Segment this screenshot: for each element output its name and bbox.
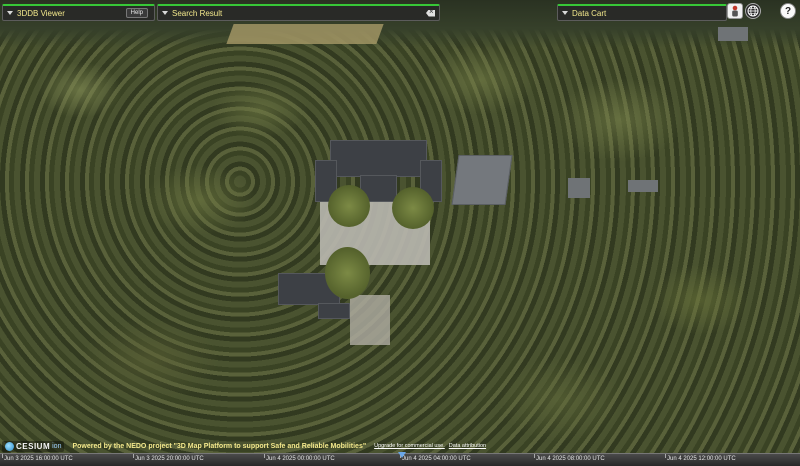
timeline-label: Jun 4 2025 08:00:00 UTC <box>536 456 605 462</box>
courtyard-tree-right <box>392 187 434 229</box>
help-icon[interactable]: ? <box>780 3 796 19</box>
clear-icon[interactable] <box>426 9 435 17</box>
help-button[interactable]: Help <box>125 8 148 18</box>
temple-roof-small <box>318 303 350 319</box>
scene-field <box>226 24 384 44</box>
data-cart-panel[interactable]: Data Cart <box>557 4 727 21</box>
timeline-label: Jun 3 2025 20:00:00 UTC <box>135 456 204 462</box>
credits-bar: CESIUM ion Powered by the NEDO project "… <box>0 439 800 453</box>
cesium-ion-logo[interactable]: CESIUM ion <box>2 440 65 452</box>
timeline-label: Jun 4 2025 00:00:00 UTC <box>266 456 335 462</box>
cesium-logo-icon <box>5 441 14 451</box>
courtyard-tree-south <box>325 247 370 299</box>
cesium-logo-text: CESIUM <box>16 441 51 451</box>
timeline-label: Jun 3 2025 16:00:00 UTC <box>4 456 73 462</box>
cesium-viewer[interactable]: 3DDB Viewer Help Search Result Data Cart… <box>0 0 800 466</box>
timeline-tick <box>264 454 265 458</box>
nedo-credit-text: Powered by the NEDO project "3D Map Plat… <box>72 442 367 450</box>
timeline-label: Jun 4 2025 04:00:00 UTC <box>402 456 471 462</box>
cesium-ion-text: ion <box>52 442 62 450</box>
scene-building-far <box>718 27 748 41</box>
search-result-panel[interactable]: Search Result <box>157 4 440 21</box>
small-building-1 <box>568 178 590 198</box>
annex-building <box>451 155 513 205</box>
map-3d-scene[interactable] <box>0 0 800 454</box>
timeline-tick <box>133 454 134 458</box>
upgrade-link[interactable]: Upgrade for commercial use. <box>374 443 445 449</box>
search-result-title: Search Result <box>172 8 223 18</box>
temple-complex <box>278 135 470 350</box>
timeline[interactable]: Jun 3 2025 16:00:00 UTC Jun 3 2025 20:00… <box>0 452 800 466</box>
chevron-down-icon[interactable] <box>7 11 13 15</box>
timeline-tick <box>534 454 535 458</box>
globe-icon-glyph <box>747 5 759 17</box>
globe-icon[interactable] <box>745 3 761 19</box>
viewer-panel-title: 3DDB Viewer <box>17 8 65 18</box>
timeline-tick <box>665 454 666 458</box>
temple-path <box>350 295 390 345</box>
courtyard-tree-left <box>328 185 370 227</box>
timeline-needle[interactable] <box>398 452 406 458</box>
chevron-down-icon[interactable] <box>562 11 568 15</box>
viewer-panel[interactable]: 3DDB Viewer Help <box>2 4 155 21</box>
chevron-down-icon[interactable] <box>162 11 168 15</box>
person-icon-glyph <box>732 5 738 17</box>
small-building-2 <box>628 180 658 192</box>
timeline-label: Jun 4 2025 12:00:00 UTC <box>667 456 736 462</box>
timeline-tick <box>2 454 3 458</box>
data-cart-title: Data Cart <box>572 8 607 18</box>
person-icon[interactable] <box>727 3 743 19</box>
temple-roof-main <box>330 140 427 177</box>
data-attribution-link[interactable]: Data attribution <box>449 443 486 449</box>
